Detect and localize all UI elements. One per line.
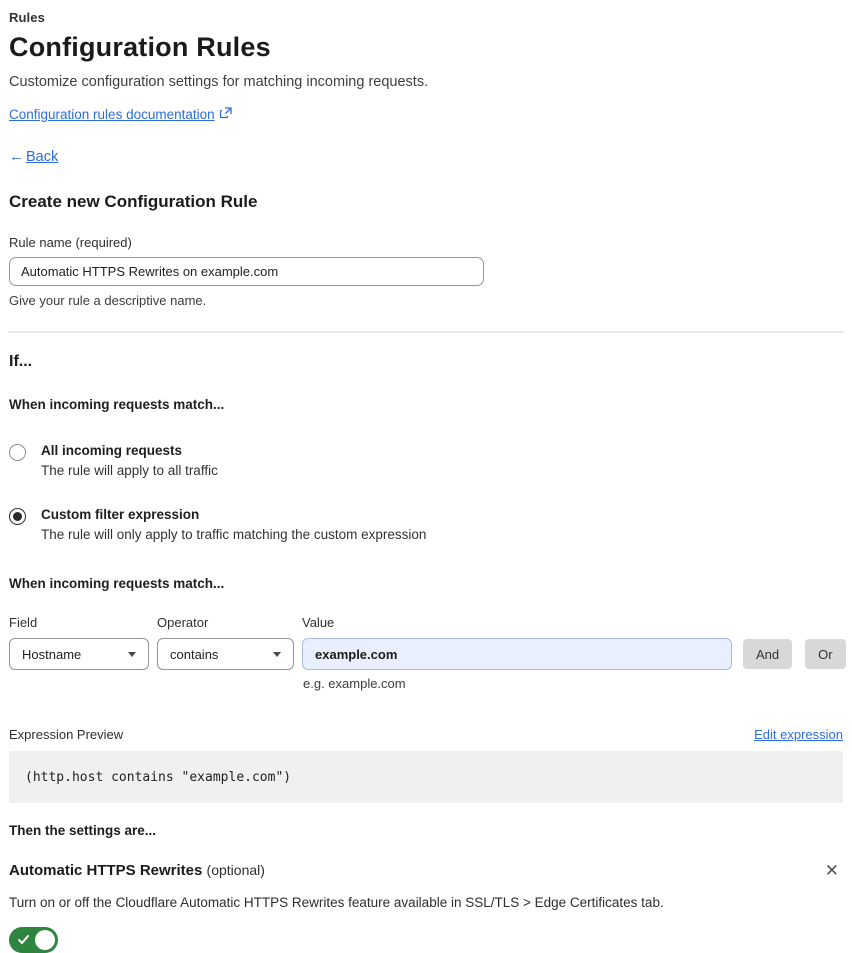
field-column-label: Field: [9, 615, 38, 630]
if-heading: If...: [9, 353, 33, 370]
section-divider: [8, 331, 844, 333]
page-title: Configuration Rules: [9, 32, 271, 62]
breadcrumb: Rules: [9, 10, 45, 25]
back-link-label: Back: [26, 148, 59, 165]
value-hint: e.g. example.com: [303, 676, 406, 691]
or-button[interactable]: Or: [805, 639, 846, 669]
operator-column-label: Operator: [157, 615, 209, 630]
documentation-link[interactable]: Configuration rules documentation: [9, 107, 232, 122]
checkmark-icon: [17, 933, 30, 951]
rule-name-input[interactable]: [9, 257, 484, 286]
radio-custom-description: The rule will only apply to traffic matc…: [41, 527, 427, 542]
page-subtitle: Customize configuration settings for mat…: [9, 74, 429, 90]
setting-name: Automatic HTTPS Rewrites (optional): [9, 862, 265, 879]
edit-expression-link[interactable]: Edit expression: [754, 727, 843, 742]
back-link[interactable]: ← Back: [9, 148, 58, 165]
field-select-value: Hostname: [22, 646, 82, 662]
documentation-link-label: Configuration rules documentation: [9, 107, 215, 122]
radio-custom-filter-expression[interactable]: Custom filter expression The rule will o…: [9, 507, 843, 542]
expression-preview-label: Expression Preview: [9, 727, 124, 742]
radio-custom-label: Custom filter expression: [41, 507, 200, 522]
field-select[interactable]: Hostname: [9, 638, 149, 670]
and-button[interactable]: And: [743, 639, 793, 669]
radio-circle-icon: [9, 444, 26, 461]
automatic-https-rewrites-toggle[interactable]: [9, 927, 58, 953]
setting-name-text: Automatic HTTPS Rewrites: [9, 862, 203, 879]
toggle-knob: [35, 930, 55, 950]
operator-select[interactable]: contains: [157, 638, 294, 670]
match-type-radio-group: All incoming requests The rule will appl…: [9, 443, 843, 542]
back-arrow-icon: ←: [9, 148, 24, 165]
close-icon[interactable]: ✕: [821, 860, 843, 881]
value-input[interactable]: [302, 638, 732, 670]
create-rule-heading: Create new Configuration Rule: [9, 192, 258, 211]
match-type-label: When incoming requests match...: [9, 397, 225, 412]
rule-name-label: Rule name (required): [9, 235, 132, 250]
radio-all-incoming-requests[interactable]: All incoming requests The rule will appl…: [9, 443, 843, 478]
configuration-rules-page: Rules Configuration Rules Customize conf…: [0, 0, 852, 953]
expression-preview-code: (http.host contains "example.com"): [9, 751, 843, 803]
chevron-down-icon: [273, 651, 281, 657]
chevron-down-icon: [128, 651, 136, 657]
radio-all-description: The rule will apply to all traffic: [41, 463, 218, 478]
external-link-icon: [219, 107, 232, 122]
setting-description: Turn on or off the Cloudflare Automatic …: [9, 895, 664, 910]
setting-optional-tag: (optional): [206, 862, 265, 878]
rule-name-help: Give your rule a descriptive name.: [9, 293, 207, 308]
expression-builder-row: Field Hostname Operator contains Value A…: [9, 615, 846, 670]
expression-builder-label: When incoming requests match...: [9, 576, 225, 591]
operator-select-value: contains: [170, 646, 219, 662]
radio-circle-icon: [9, 508, 26, 525]
value-column-label: Value: [302, 615, 335, 630]
then-settings-label: Then the settings are...: [9, 823, 157, 838]
radio-all-label: All incoming requests: [41, 443, 183, 458]
